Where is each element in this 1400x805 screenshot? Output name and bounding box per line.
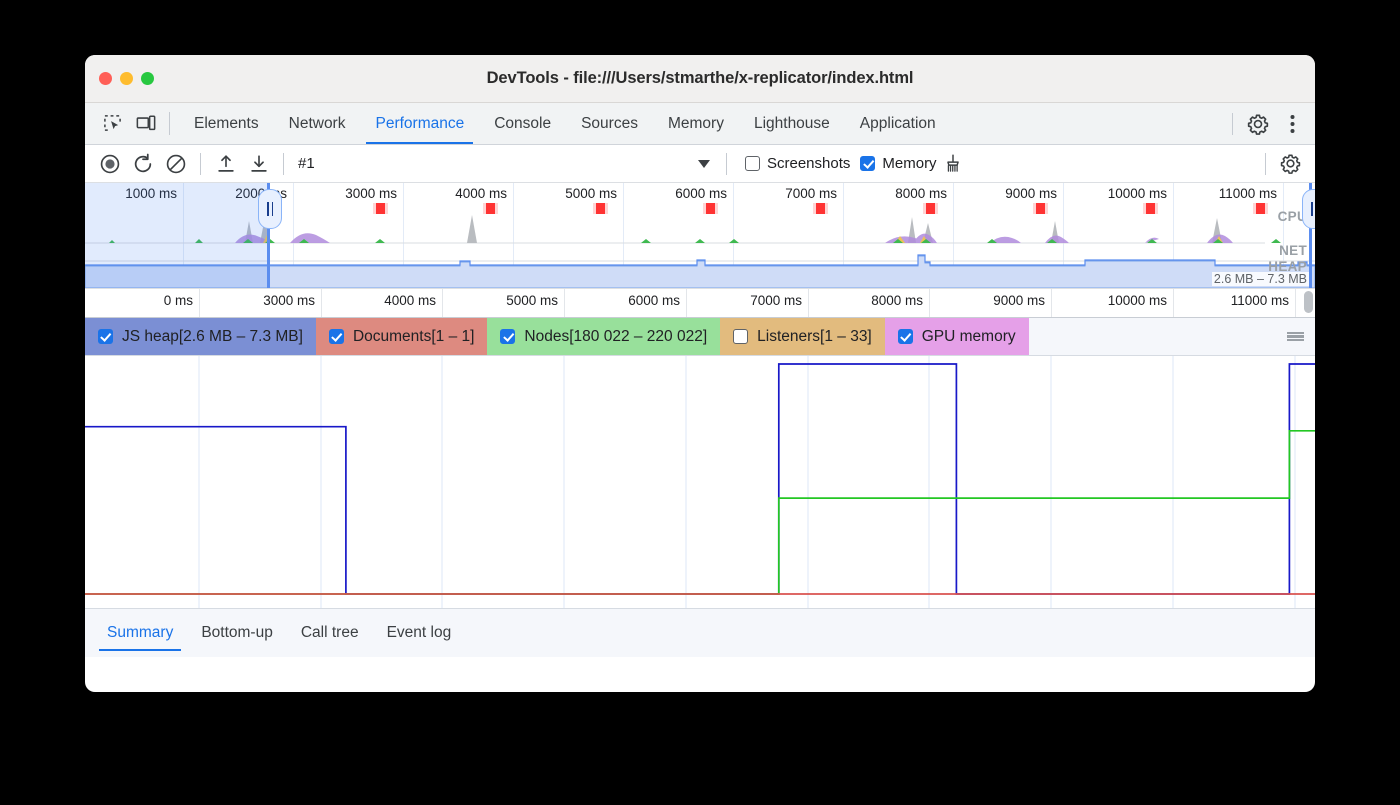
tab-console[interactable]: Console xyxy=(479,103,566,144)
memory-counters-plot xyxy=(85,356,1315,608)
tab-summary[interactable]: Summary xyxy=(93,609,187,657)
legend-menu-button[interactable] xyxy=(1275,318,1315,355)
legend-documents[interactable]: Documents[1 – 1] xyxy=(316,318,487,355)
tab-event-log[interactable]: Event log xyxy=(373,609,466,657)
details-tab-bar: Summary Bottom-up Call tree Event log xyxy=(85,608,1315,657)
toolbar-divider-1 xyxy=(200,153,201,175)
collect-garbage-icon[interactable] xyxy=(937,150,970,178)
close-window-button[interactable] xyxy=(99,72,112,85)
sub-ruler-tick-line xyxy=(686,289,687,317)
legend-gpu-memory-checkbox xyxy=(898,329,913,344)
window-title-bar: DevTools - file:///Users/stmarthe/x-repl… xyxy=(85,55,1315,103)
screenshots-checkbox[interactable]: Screenshots xyxy=(745,155,850,172)
window-title: DevTools - file:///Users/stmarthe/x-repl… xyxy=(85,69,1315,88)
overview-window-right-grip[interactable] xyxy=(1302,189,1315,229)
sub-ruler-tick-label: 11000 ms xyxy=(1231,293,1295,308)
sub-ruler-tick-label: 3000 ms xyxy=(263,293,321,308)
tabbar-actions-divider xyxy=(1232,113,1233,135)
tab-lighthouse[interactable]: Lighthouse xyxy=(739,103,845,144)
chevron-down-icon xyxy=(698,160,710,168)
minimize-window-button[interactable] xyxy=(120,72,133,85)
legend-documents-label: Documents[1 – 1] xyxy=(353,328,474,346)
memory-label: Memory xyxy=(882,155,936,172)
record-button[interactable] xyxy=(93,150,126,178)
capture-settings-gear-icon[interactable] xyxy=(1274,150,1307,178)
sub-ruler-tick-label: 5000 ms xyxy=(506,293,564,308)
tabbar-actions xyxy=(1224,103,1315,144)
sub-ruler-tick-line xyxy=(1173,289,1174,317)
profile-selector[interactable]: #1 xyxy=(298,155,718,172)
toolbar-divider-4 xyxy=(1265,153,1266,175)
screenshots-checkbox-box xyxy=(745,156,760,171)
legend-listeners-label: Listeners[1 – 33] xyxy=(757,328,872,346)
profile-selector-value: #1 xyxy=(298,155,698,172)
clear-button[interactable] xyxy=(159,150,192,178)
load-profile-button[interactable] xyxy=(209,150,242,178)
devtools-tab-bar: Elements Network Performance Console Sou… xyxy=(85,103,1315,145)
device-toolbar-icon[interactable] xyxy=(129,103,163,144)
sub-ruler-tick-label: 0 ms xyxy=(164,293,199,308)
legend-nodes[interactable]: Nodes[180 022 – 220 022] xyxy=(487,318,720,355)
more-options-icon[interactable] xyxy=(1275,114,1309,134)
tab-elements[interactable]: Elements xyxy=(179,103,274,144)
sub-ruler-tick-line xyxy=(199,289,200,317)
sub-ruler-tick-line xyxy=(442,289,443,317)
reload-and-record-button[interactable] xyxy=(126,150,159,178)
memory-counters-legend: JS heap[2.6 MB – 7.3 MB] Documents[1 – 1]… xyxy=(85,318,1315,356)
sub-ruler-tick-line xyxy=(929,289,930,317)
maximize-window-button[interactable] xyxy=(141,72,154,85)
legend-listeners-checkbox xyxy=(733,329,748,344)
overview-lane-net: NET xyxy=(1279,243,1307,258)
performance-toolbar: #1 Screenshots Memory xyxy=(85,145,1315,183)
save-profile-button[interactable] xyxy=(242,150,275,178)
sub-ruler-tick-line xyxy=(1051,289,1052,317)
timeline-overview[interactable]: 1000 ms2000 ms3000 ms4000 ms5000 ms6000 … xyxy=(85,183,1315,288)
memory-checkbox-box xyxy=(860,156,875,171)
legend-gpu-memory-label: GPU memory xyxy=(922,328,1016,346)
devtools-window: DevTools - file:///Users/stmarthe/x-repl… xyxy=(85,55,1315,692)
settings-gear-icon[interactable] xyxy=(1241,113,1275,135)
sub-ruler-tick-line xyxy=(1295,289,1296,317)
legend-js-heap-label: JS heap[2.6 MB – 7.3 MB] xyxy=(122,328,303,346)
sub-ruler-tick-label: 9000 ms xyxy=(993,293,1051,308)
memory-checkbox[interactable]: Memory xyxy=(860,155,936,172)
traffic-lights xyxy=(99,72,154,85)
toolbar-divider-3 xyxy=(726,153,727,175)
inspect-element-icon[interactable] xyxy=(95,103,129,144)
timeline-scrollbar-thumb[interactable] xyxy=(1304,291,1313,313)
tabbar-divider xyxy=(169,112,170,135)
tab-application[interactable]: Application xyxy=(845,103,951,144)
overview-window-left-grip[interactable] xyxy=(258,189,282,229)
toolbar-divider-2 xyxy=(283,153,284,175)
sub-ruler-tick-line xyxy=(564,289,565,317)
panel-tabs: Elements Network Performance Console Sou… xyxy=(179,103,951,144)
sub-ruler-tick-line xyxy=(808,289,809,317)
chart-series-js-heap xyxy=(85,364,1315,594)
screenshots-label: Screenshots xyxy=(767,155,850,172)
chart-series-nodes xyxy=(85,364,1315,594)
tab-call-tree[interactable]: Call tree xyxy=(287,609,373,657)
sub-ruler-tick-line xyxy=(321,289,322,317)
sub-ruler-tick-label: 10000 ms xyxy=(1108,293,1173,308)
toolbar-right-actions xyxy=(1257,150,1307,178)
tab-bottom-up[interactable]: Bottom-up xyxy=(187,609,287,657)
legend-nodes-label: Nodes[180 022 – 220 022] xyxy=(524,328,707,346)
sub-ruler-tick-label: 7000 ms xyxy=(750,293,808,308)
legend-gpu-memory[interactable]: GPU memory xyxy=(885,318,1029,355)
tab-sources[interactable]: Sources xyxy=(566,103,653,144)
legend-listeners[interactable]: Listeners[1 – 33] xyxy=(720,318,885,355)
legend-nodes-checkbox xyxy=(500,329,515,344)
overview-heap-range: 2.6 MB – 7.3 MB xyxy=(1212,272,1309,286)
sub-ruler-tick-label: 8000 ms xyxy=(871,293,929,308)
legend-documents-checkbox xyxy=(329,329,344,344)
tab-memory[interactable]: Memory xyxy=(653,103,739,144)
tab-network[interactable]: Network xyxy=(274,103,361,144)
timeline-sub-ruler: 0 ms 3000 ms 4000 ms 5000 ms 6000 ms 7000 ms 8… xyxy=(85,288,1315,318)
sub-ruler-tick-label: 4000 ms xyxy=(384,293,442,308)
legend-js-heap-checkbox xyxy=(98,329,113,344)
tab-performance[interactable]: Performance xyxy=(360,103,479,144)
sub-ruler-tick-label: 6000 ms xyxy=(628,293,686,308)
legend-js-heap[interactable]: JS heap[2.6 MB – 7.3 MB] xyxy=(85,318,316,355)
memory-counters-chart[interactable] xyxy=(85,356,1315,608)
